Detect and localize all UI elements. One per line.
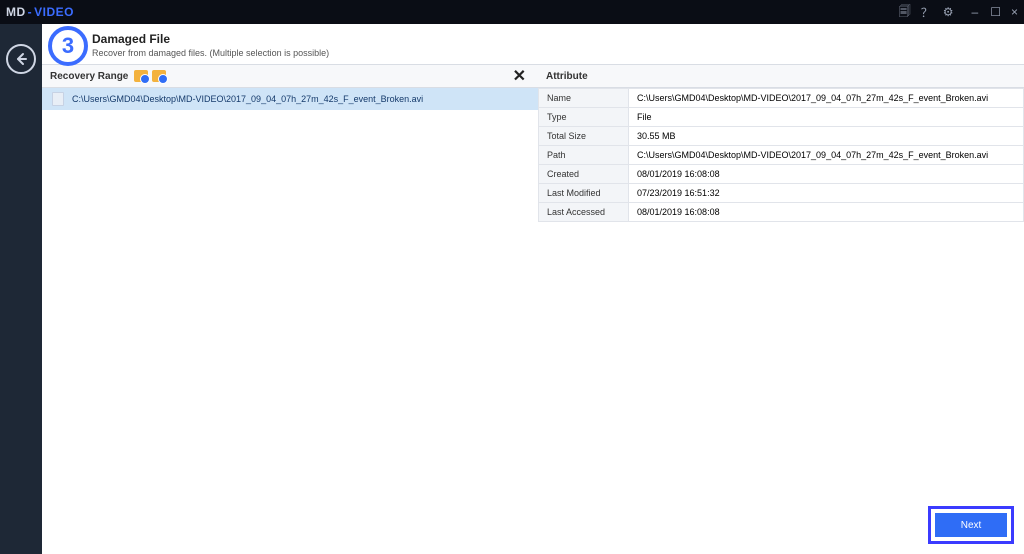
file-list-item[interactable]: C:\Users\GMD04\Desktop\MD-VIDEO\2017_09_… xyxy=(42,88,538,110)
step-number-badge: 3 xyxy=(48,26,88,66)
recovery-range-header: Recovery Range ✕ xyxy=(42,64,538,88)
window-minimize[interactable]: – xyxy=(972,5,981,19)
attribute-key: Path xyxy=(539,146,629,165)
app-logo: MD-VIDEO xyxy=(6,5,74,19)
attribute-table: NameC:\Users\GMD04\Desktop\MD-VIDEO\2017… xyxy=(538,88,1024,222)
next-button[interactable]: Next xyxy=(935,513,1007,537)
page-title: Damaged File xyxy=(92,32,1024,46)
attribute-key: Created xyxy=(539,165,629,184)
sidebar xyxy=(0,24,42,554)
attribute-row: PathC:\Users\GMD04\Desktop\MD-VIDEO\2017… xyxy=(539,146,1024,165)
footer: Next xyxy=(928,506,1014,544)
recovery-range-pane: Recovery Range ✕ C:\Users\GMD04\Desktop\… xyxy=(42,64,538,554)
attribute-header-label: Attribute xyxy=(546,71,588,82)
arrow-left-icon xyxy=(13,51,29,67)
page-heading: 3 Damaged File Recover from damaged file… xyxy=(42,24,1024,64)
attribute-key: Total Size xyxy=(539,127,629,146)
logo-video: VIDEO xyxy=(34,5,74,19)
add-folder-icon[interactable] xyxy=(134,70,148,82)
attribute-pane: Attribute NameC:\Users\GMD04\Desktop\MD-… xyxy=(538,64,1024,554)
logo-md: MD xyxy=(6,5,26,19)
attribute-header: Attribute xyxy=(538,64,1024,88)
file-path-text: C:\Users\GMD04\Desktop\MD-VIDEO\2017_09_… xyxy=(72,94,423,104)
attribute-value: 30.55 MB xyxy=(629,127,1024,146)
attribute-key: Name xyxy=(539,89,629,108)
attribute-key: Last Modified xyxy=(539,184,629,203)
attribute-row: Total Size30.55 MB xyxy=(539,127,1024,146)
next-button-highlight: Next xyxy=(928,506,1014,544)
attribute-key: Last Accessed xyxy=(539,203,629,222)
logo-dash: - xyxy=(28,5,33,19)
main-content: 3 Damaged File Recover from damaged file… xyxy=(42,24,1024,554)
attribute-row: Last Accessed08/01/2019 16:08:08 xyxy=(539,203,1024,222)
attribute-value: File xyxy=(629,108,1024,127)
attribute-value: 08/01/2019 16:08:08 xyxy=(629,165,1024,184)
attribute-row: Created08/01/2019 16:08:08 xyxy=(539,165,1024,184)
add-file-icon[interactable] xyxy=(152,70,166,82)
file-icon xyxy=(52,92,64,106)
attribute-value: 08/01/2019 16:08:08 xyxy=(629,203,1024,222)
attribute-value: C:\Users\GMD04\Desktop\MD-VIDEO\2017_09_… xyxy=(629,146,1024,165)
save-icon[interactable]: 🗐 xyxy=(899,2,911,23)
attribute-value: 07/23/2019 16:51:32 xyxy=(629,184,1024,203)
attribute-row: Last Modified07/23/2019 16:51:32 xyxy=(539,184,1024,203)
attribute-key: Type xyxy=(539,108,629,127)
attribute-value: C:\Users\GMD04\Desktop\MD-VIDEO\2017_09_… xyxy=(629,89,1024,108)
window-maximize[interactable]: ☐ xyxy=(990,5,1001,19)
help-icon[interactable]: ？ xyxy=(921,4,933,21)
attribute-row: NameC:\Users\GMD04\Desktop\MD-VIDEO\2017… xyxy=(539,89,1024,108)
titlebar: MD-VIDEO 🗐 ？ ⚙ – ☐ × xyxy=(0,0,1024,24)
back-button[interactable] xyxy=(6,44,36,74)
window-close[interactable]: × xyxy=(1011,5,1018,19)
next-button-label: Next xyxy=(961,520,982,531)
recovery-range-label: Recovery Range xyxy=(50,71,128,82)
gear-icon[interactable]: ⚙ xyxy=(943,5,954,19)
titlebar-icons: 🗐 ？ ⚙ – ☐ × xyxy=(899,2,1018,23)
remove-item-button[interactable]: ✕ xyxy=(509,68,530,85)
page-subtitle: Recover from damaged files. (Multiple se… xyxy=(92,48,1024,58)
attribute-row: TypeFile xyxy=(539,108,1024,127)
